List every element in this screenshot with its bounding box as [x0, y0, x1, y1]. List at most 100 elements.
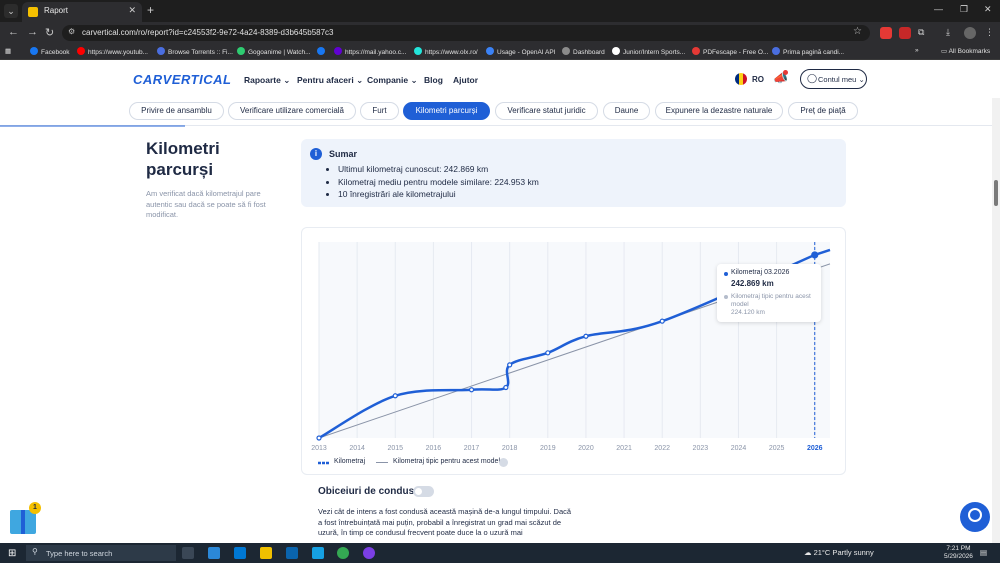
- new-tab-icon[interactable]: +: [147, 3, 154, 17]
- taskbar-clock[interactable]: 7:21 PM 5/29/2026: [944, 545, 973, 561]
- tab-privire-de-ansamblu[interactable]: Privire de ansamblu: [129, 102, 224, 120]
- tab-furt[interactable]: Furt: [360, 102, 399, 120]
- back-icon[interactable]: ←: [8, 26, 19, 38]
- weather-icon: ☁: [804, 548, 814, 557]
- menu-ajutor[interactable]: Ajutor: [453, 75, 478, 85]
- close-window-icon[interactable]: ✕: [984, 4, 992, 15]
- legend-typical[interactable]: Kilometraj tipic pentru acest model: [393, 458, 500, 465]
- driving-habits-toggle[interactable]: [413, 486, 434, 497]
- bookmark-item[interactable]: PDFescape - Free O...: [692, 47, 768, 56]
- x-tick-label: 2017: [464, 445, 480, 452]
- edge-dev-icon[interactable]: [312, 547, 324, 559]
- adblock-extension-icon[interactable]: [880, 27, 892, 39]
- bookmark-item[interactable]: https://www.youtub...: [77, 47, 148, 56]
- legend-help-icon[interactable]: [499, 458, 508, 467]
- edge-icon[interactable]: [208, 547, 220, 559]
- bookmark-item[interactable]: Prima pagină candi...: [772, 47, 844, 56]
- bookmark-item[interactable]: https://www.olx.ro/: [414, 47, 478, 56]
- pdfescape-icon: [692, 47, 700, 55]
- tab-verificare-statut-juridic[interactable]: Verificare statut juridic: [495, 102, 598, 120]
- task-view-icon[interactable]: [182, 547, 194, 559]
- bookmark-item[interactable]: https://mail.yahoo.c...: [334, 47, 406, 56]
- facebook-icon: [30, 47, 38, 55]
- clock-date: 5/29/2026: [944, 553, 973, 560]
- tab-expunere-dezastre-naturale[interactable]: Expunere la dezastre naturale: [655, 102, 783, 120]
- tooltip-typical-dot: [724, 295, 728, 299]
- reload-icon[interactable]: ↻: [45, 26, 54, 39]
- x-tick-label: 2021: [616, 445, 632, 452]
- download-icon[interactable]: ⤓: [946, 27, 950, 38]
- carvertical-logo[interactable]: CARVERTICAL: [133, 72, 231, 87]
- x-tick-label: 2025: [769, 445, 785, 452]
- browser-menu-icon[interactable]: ⋮: [985, 27, 994, 38]
- x-tick-label: 2023: [693, 445, 709, 452]
- x-tick-label: 2026: [807, 445, 823, 452]
- tab-daune[interactable]: Daune: [603, 102, 650, 120]
- menu-blog[interactable]: Blog: [424, 75, 443, 85]
- menu-companie[interactable]: Companie ⌄: [367, 75, 418, 86]
- sports-icon: [612, 47, 620, 55]
- tab-pret-de-piata[interactable]: Preț de piață: [788, 102, 858, 120]
- restore-icon[interactable]: ❐: [960, 4, 968, 15]
- menu-rapoarte[interactable]: Rapoarte ⌄: [244, 75, 290, 86]
- tab-close-icon[interactable]: ✕: [128, 5, 136, 16]
- extensions-puzzle-icon[interactable]: ⧉: [918, 27, 924, 38]
- app-icon[interactable]: [363, 547, 375, 559]
- scrollbar-thumb[interactable]: [994, 180, 998, 206]
- bookmark-item[interactable]: Usage - OpenAI API: [486, 47, 556, 56]
- taskbar-search[interactable]: ⚲ Type here to search: [26, 545, 176, 561]
- driving-habits-text: Vezi cât de intens a fost condusă aceast…: [318, 507, 572, 537]
- gift-widget[interactable]: 1: [10, 502, 41, 534]
- file-explorer-icon[interactable]: [260, 547, 272, 559]
- tab-kilometri-parcursi[interactable]: Kilometri parcurși: [403, 102, 490, 120]
- minimize-icon[interactable]: —: [934, 4, 943, 14]
- apps-grid-icon[interactable]: ▦: [5, 47, 11, 55]
- driving-habits-title: Obiceiuri de condus: [318, 486, 415, 497]
- bookmarks-overflow-icon[interactable]: »: [915, 47, 919, 54]
- language-selector[interactable]: RO: [752, 75, 764, 84]
- bookmark-item[interactable]: [317, 47, 328, 56]
- page-scrollbar[interactable]: [992, 98, 1000, 543]
- chat-icon: [968, 508, 982, 522]
- bookmark-item[interactable]: Junior/Intern Sports...: [612, 47, 685, 56]
- romania-flag-icon[interactable]: [735, 73, 747, 85]
- account-button[interactable]: ◯ Contul meu ⌄: [800, 69, 867, 89]
- tab-list-icon[interactable]: ⌄: [4, 4, 18, 18]
- chrome-icon[interactable]: [337, 547, 349, 559]
- notifications-icon[interactable]: ▤: [980, 548, 987, 557]
- weather-widget[interactable]: ☁ 21°C Partly sunny: [804, 548, 874, 557]
- mileage-data-point: [583, 333, 589, 339]
- url-text: carvertical.com/ro/report?id=c24553f2-9e…: [82, 28, 334, 37]
- section-progress-bar: [0, 125, 185, 127]
- store-icon[interactable]: [234, 547, 246, 559]
- chart-tooltip: Kilometraj 03.2026 242.869 km Kilometraj…: [717, 264, 821, 322]
- tooltip-typical-value: 224.120 km: [731, 309, 765, 316]
- windows-start-icon[interactable]: ⊞: [8, 548, 16, 559]
- tab-verificare-utilizare-comerciala[interactable]: Verificare utilizare comercială: [228, 102, 356, 120]
- chat-button[interactable]: [960, 502, 990, 532]
- profile-avatar-icon[interactable]: [964, 27, 976, 39]
- all-bookmarks[interactable]: ▭ All Bookmarks: [941, 47, 990, 55]
- site-info-icon[interactable]: ⚙: [68, 27, 75, 36]
- openai-icon: [486, 47, 494, 55]
- legend-mileage[interactable]: Kilometraj: [334, 458, 365, 465]
- forward-icon[interactable]: →: [27, 26, 38, 38]
- address-bar[interactable]: ⚙ carvertical.com/ro/report?id=c24553f2-…: [62, 25, 870, 41]
- bookmark-item[interactable]: Dashboard: [562, 47, 605, 56]
- bookmark-item[interactable]: Browse Torrents :: Fi...: [157, 47, 233, 56]
- bookmark-star-icon[interactable]: ☆: [853, 26, 862, 37]
- notification-badge: [783, 70, 788, 75]
- extension-icon[interactable]: [899, 27, 911, 39]
- bookmark-item[interactable]: Gogoanime | Watch...: [237, 47, 311, 56]
- mileage-data-point: [316, 435, 322, 441]
- section-description: Am verificat dacă kilometrajul pare aute…: [146, 189, 266, 219]
- gift-count-badge: 1: [29, 502, 41, 514]
- summary-list: Ultimul kilometraj cunoscut: 242.869 km …: [338, 163, 539, 201]
- menu-pentru-afaceri[interactable]: Pentru afaceri ⌄: [297, 75, 363, 86]
- search-icon: ⚲: [32, 547, 38, 556]
- chevron-down-icon: ⌄: [410, 75, 418, 85]
- bookmark-item[interactable]: Facebook: [30, 47, 70, 56]
- report-section-tabs: Privire de ansamblu Verificare utilizare…: [0, 98, 1000, 126]
- browser-tab-active[interactable]: Raport ✕: [22, 2, 142, 22]
- mail-icon[interactable]: [286, 547, 298, 559]
